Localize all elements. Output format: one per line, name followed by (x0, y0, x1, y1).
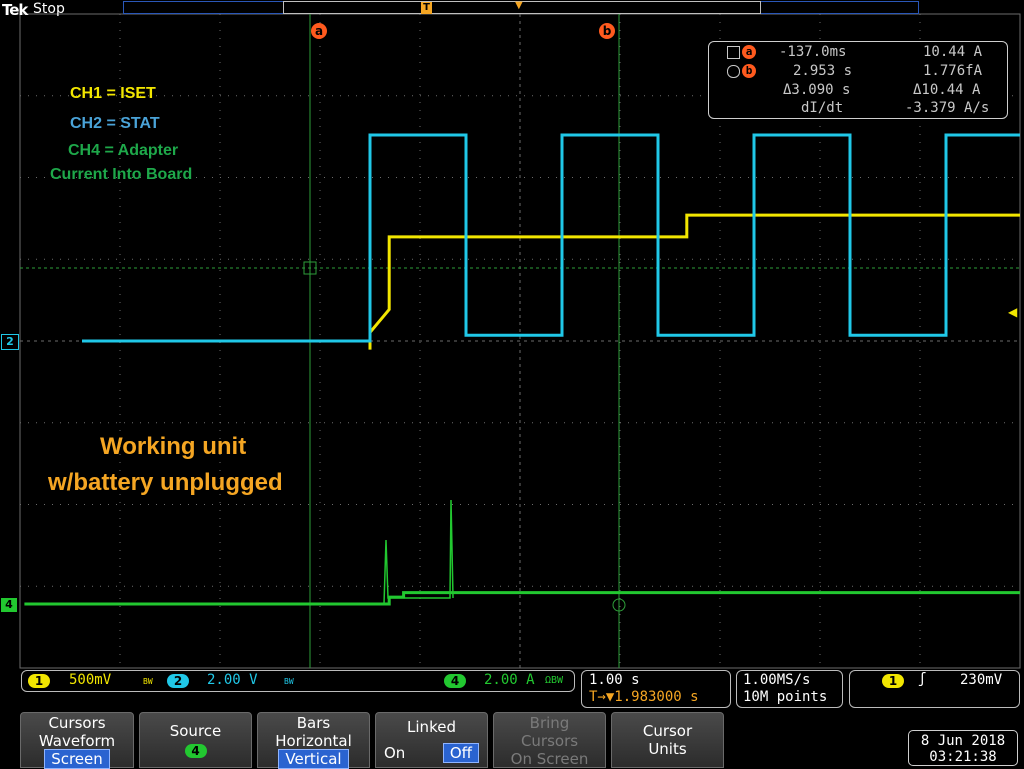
bars-selected: Vertical (278, 749, 349, 769)
readout-slope-label: dI/dt (801, 100, 844, 116)
timebase-scale: 1.00 s (589, 672, 640, 688)
ch4-trace (24, 591, 1020, 606)
cursors-mode-selected: Screen (44, 749, 110, 769)
readout-delta-time: Δ3.090 s (783, 82, 851, 98)
ch1-badge: 1 (28, 674, 50, 688)
readout-a-marker: a (742, 45, 756, 59)
ch1-scale: 500mV (69, 672, 112, 688)
cursor-units-button[interactable]: Cursor Units (611, 712, 724, 768)
annotation-ch4-line2: Current Into Board (50, 166, 193, 183)
readout-a-value: 10.44 A (923, 44, 983, 60)
readout-a-time: -137.0ms (779, 44, 847, 60)
ch2-bandwidth-icon: BW (284, 677, 294, 686)
cursors-mode-button[interactable]: Cursors Waveform Screen (20, 712, 134, 769)
acquisition-state: Stop (33, 1, 65, 17)
ch4-termination-icon: ΩBW (545, 675, 564, 686)
linked-on-option: On (383, 744, 406, 762)
source-button[interactable]: Source 4 (139, 712, 252, 768)
circle-cursor-icon (727, 65, 740, 78)
bring-cursors-on-screen-button[interactable]: Bring Cursors On Screen (493, 712, 606, 768)
trigger-point-arrow-icon: ▼ (515, 0, 523, 11)
linked-button[interactable]: Linked On Off (375, 712, 488, 768)
readout-slope-value: -3.379 A/s (905, 100, 990, 116)
trigger-level: 230mV (960, 672, 1003, 688)
sample-rate: 1.00MS/s (743, 672, 811, 688)
trigger-position-marker[interactable]: T (421, 2, 432, 14)
trigger-slope-icon: ʃ (918, 671, 927, 687)
ch4-ground-marker[interactable]: 4 (1, 598, 17, 612)
annotation-note-line1: Working unit (100, 433, 247, 460)
linked-off-option: Off (442, 743, 480, 763)
bars-button[interactable]: Bars Horizontal Vertical (257, 712, 370, 769)
square-cursor-icon (727, 46, 740, 59)
cursor-b-marker[interactable]: b (599, 23, 615, 39)
annotation-ch2: CH2 = STAT (70, 115, 160, 132)
trigger-source-badge: 1 (882, 674, 904, 688)
ch1-offset-arrow-icon: ◀ (1008, 305, 1018, 319)
trigger-position: T→▼1.983000 s (589, 689, 699, 705)
annotation-ch1: CH1 = ISET (70, 85, 156, 102)
annotation-note-line2: w/battery unplugged (48, 469, 283, 496)
annotation-ch4-line1: CH4 = Adapter (68, 142, 179, 159)
date-label: 8 Jun 2018 (920, 733, 1006, 749)
waveform-traces (24, 133, 1020, 606)
ch2-scale: 2.00 V (207, 672, 258, 688)
date-time-display: 8 Jun 2018 03:21:38 (908, 730, 1018, 766)
readout-b-marker: b (742, 64, 756, 78)
readout-b-time: 2.953 s (793, 63, 853, 79)
record-length: 10M points (743, 689, 828, 705)
cursor-a-marker[interactable]: a (311, 23, 327, 39)
ch4-scale: 2.00 A (484, 672, 535, 688)
readout-b-value: 1.776fA (923, 63, 983, 79)
cursor-readout-panel: a -137.0ms 10.44 A b 2.953 s 1.776fA Δ3.… (708, 41, 1008, 119)
time-label: 03:21:38 (929, 749, 997, 765)
ch1-bandwidth-icon: BW (143, 677, 153, 686)
ch4-spike (383, 499, 454, 605)
ch4-badge: 4 (444, 674, 466, 688)
ch2-badge: 2 (167, 674, 189, 688)
brand-logo: Tek (2, 1, 28, 19)
source-ch4-badge: 4 (184, 744, 207, 758)
ch2-ground-marker[interactable]: 2 (1, 334, 19, 350)
readout-delta-value: Δ10.44 A (913, 82, 981, 98)
